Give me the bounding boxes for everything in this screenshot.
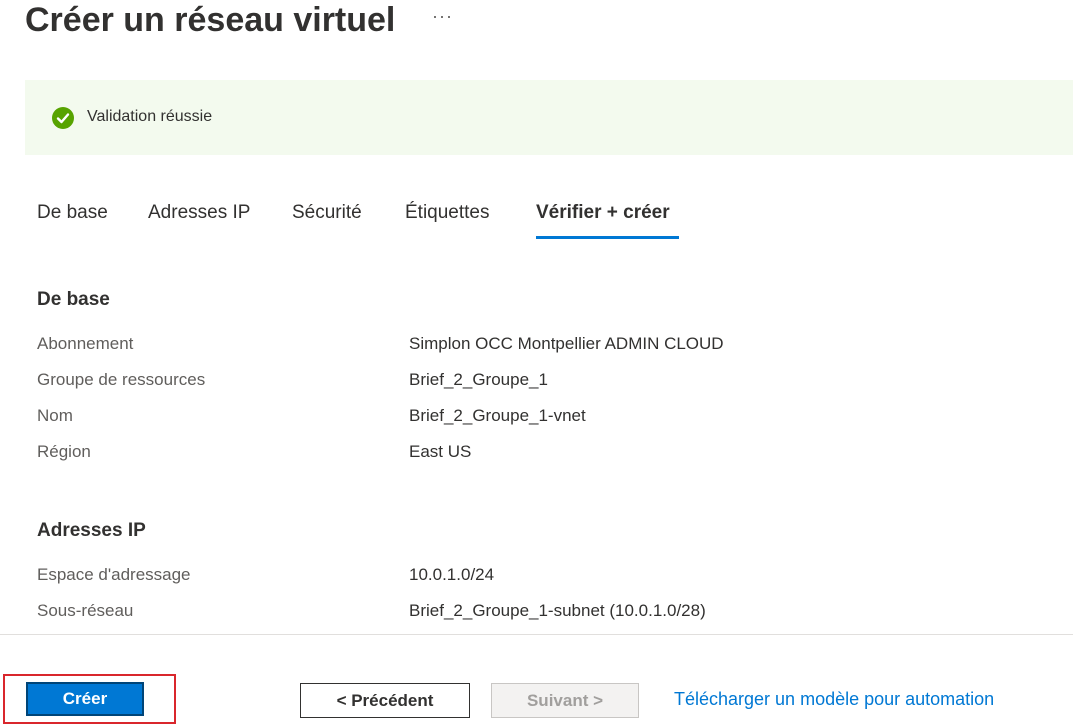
more-options-icon[interactable]: ···: [432, 6, 453, 27]
value-groupe-ressources: Brief_2_Groupe_1: [409, 370, 548, 389]
check-circle-icon: [52, 107, 74, 129]
label-sous-reseau: Sous-réseau: [37, 601, 134, 620]
tab-verifier-creer[interactable]: Vérifier + créer: [536, 202, 670, 224]
download-template-link[interactable]: Télécharger un modèle pour automation: [674, 689, 994, 710]
validation-banner: Validation réussie: [25, 80, 1073, 155]
previous-button[interactable]: < Précédent: [300, 683, 470, 718]
create-vnet-page: Créer un réseau virtuel ··· Validation r…: [0, 0, 1073, 726]
label-nom: Nom: [37, 406, 73, 425]
label-abonnement: Abonnement: [37, 334, 134, 353]
value-region: East US: [409, 442, 472, 461]
section-heading-adresses-ip: Adresses IP: [37, 520, 146, 541]
footer-divider: [0, 634, 1073, 635]
page-title: Créer un réseau virtuel: [25, 1, 396, 39]
value-abonnement: Simplon OCC Montpellier ADMIN CLOUD: [409, 334, 724, 353]
active-tab-indicator: [536, 236, 679, 239]
validation-message: Validation réussie: [87, 108, 213, 125]
tab-etiquettes[interactable]: Étiquettes: [405, 202, 490, 224]
label-espace-adressage: Espace d'adressage: [37, 565, 191, 584]
value-sous-reseau: Brief_2_Groupe_1-subnet (10.0.1.0/28): [409, 601, 706, 620]
next-button: Suivant >: [491, 683, 639, 718]
tab-adresses-ip[interactable]: Adresses IP: [148, 202, 250, 224]
tab-de-base[interactable]: De base: [37, 202, 108, 224]
label-region: Région: [37, 442, 91, 461]
create-button[interactable]: Créer: [26, 682, 144, 716]
value-nom: Brief_2_Groupe_1-vnet: [409, 406, 586, 425]
tab-securite[interactable]: Sécurité: [292, 202, 362, 224]
label-groupe-ressources: Groupe de ressources: [37, 370, 206, 389]
section-heading-de-base: De base: [37, 289, 110, 310]
value-espace-adressage: 10.0.1.0/24: [409, 565, 495, 584]
